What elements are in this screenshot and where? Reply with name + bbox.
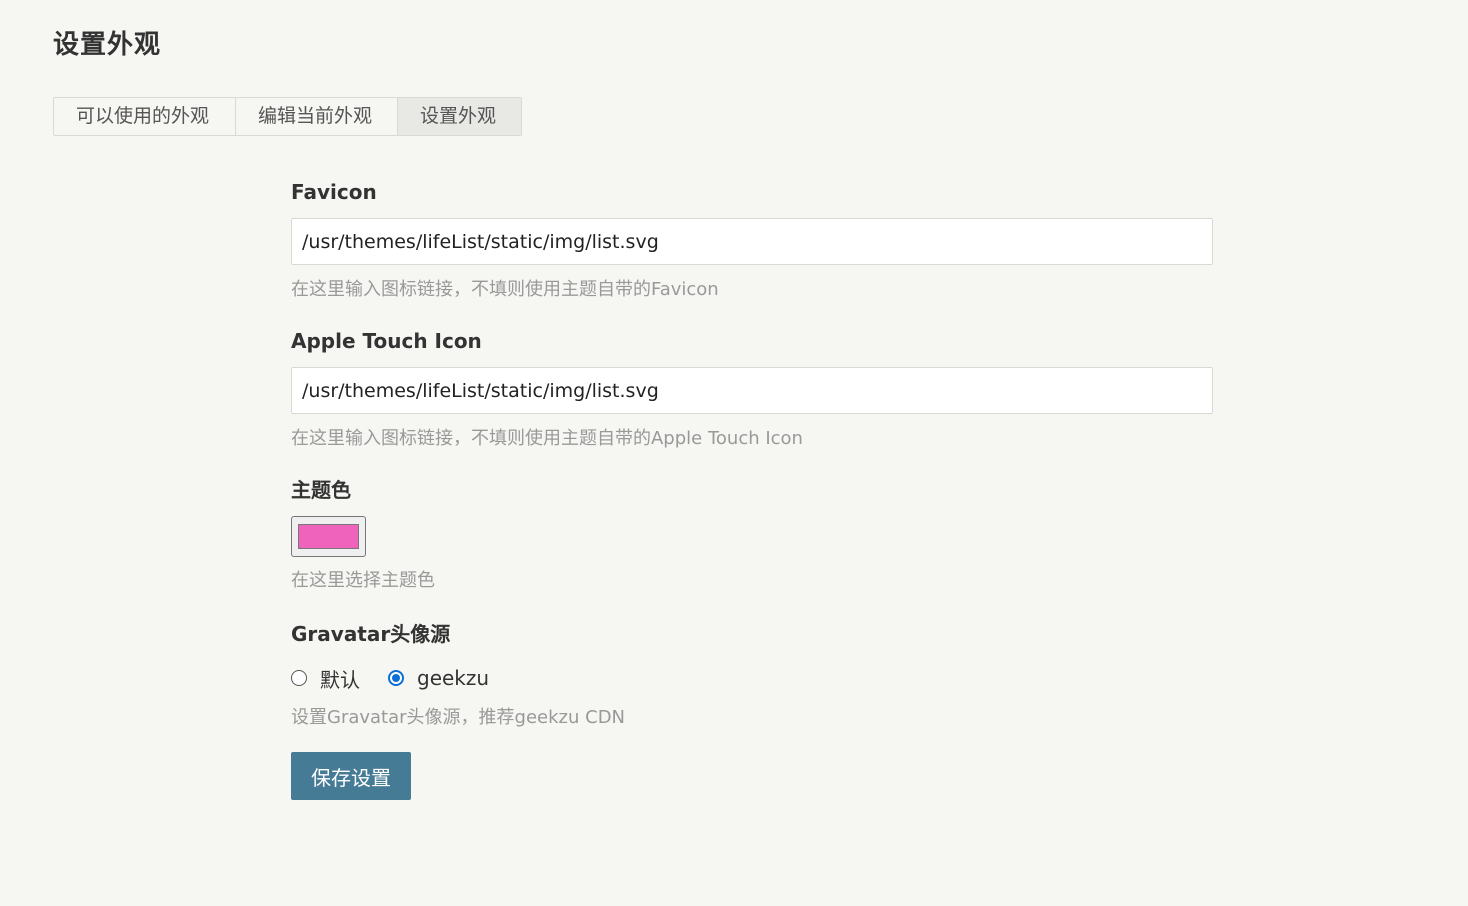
- apple-touch-icon-input[interactable]: [291, 367, 1213, 414]
- theme-color-picker[interactable]: [291, 516, 366, 557]
- radio-default-label: 默认: [320, 667, 360, 692]
- gravatar-radio-group: 默认 geekzu: [291, 664, 1213, 692]
- tab-edit-current-theme[interactable]: 编辑当前外观: [236, 98, 398, 135]
- page-title: 设置外观: [53, 30, 162, 60]
- page: 设置外观 可以使用的外观 编辑当前外观 设置外观 Favicon 在这里输入图标…: [0, 0, 1468, 906]
- radio-geekzu[interactable]: [388, 670, 404, 686]
- theme-color-hint: 在这里选择主题色: [291, 570, 435, 591]
- theme-color-field: 主题色 在这里选择主题色: [291, 476, 1213, 594]
- gravatar-label: Gravatar头像源: [291, 622, 451, 646]
- favicon-field: Favicon 在这里输入图标链接，不填则使用主题自带的Favicon: [291, 178, 1213, 303]
- gravatar-option-default[interactable]: 默认: [291, 664, 360, 693]
- apple-touch-icon-label: Apple Touch Icon: [291, 329, 482, 353]
- theme-settings-form: Favicon 在这里输入图标链接，不填则使用主题自带的Favicon Appl…: [291, 178, 1213, 800]
- gravatar-option-geekzu[interactable]: geekzu: [388, 666, 489, 690]
- favicon-hint: 在这里输入图标链接，不填则使用主题自带的Favicon: [291, 279, 719, 300]
- radio-default[interactable]: [291, 670, 307, 686]
- appearance-tabs: 可以使用的外观 编辑当前外观 设置外观: [53, 97, 522, 136]
- tab-available-themes[interactable]: 可以使用的外观: [54, 98, 236, 135]
- apple-touch-icon-hint: 在这里输入图标链接，不填则使用主题自带的Apple Touch Icon: [291, 428, 803, 449]
- theme-color-swatch: [298, 524, 359, 549]
- apple-touch-icon-field: Apple Touch Icon 在这里输入图标链接，不填则使用主题自带的App…: [291, 327, 1213, 452]
- radio-geekzu-label: geekzu: [417, 666, 490, 690]
- tab-theme-settings[interactable]: 设置外观: [398, 98, 521, 135]
- save-settings-button[interactable]: 保存设置: [291, 752, 411, 800]
- favicon-label: Favicon: [291, 180, 377, 204]
- favicon-input[interactable]: [291, 218, 1213, 265]
- gravatar-hint: 设置Gravatar头像源，推荐geekzu CDN: [291, 707, 626, 728]
- gravatar-field: Gravatar头像源 默认 geekzu 设置Gravatar头像源，推荐ge…: [291, 620, 1213, 731]
- theme-color-label: 主题色: [291, 478, 351, 502]
